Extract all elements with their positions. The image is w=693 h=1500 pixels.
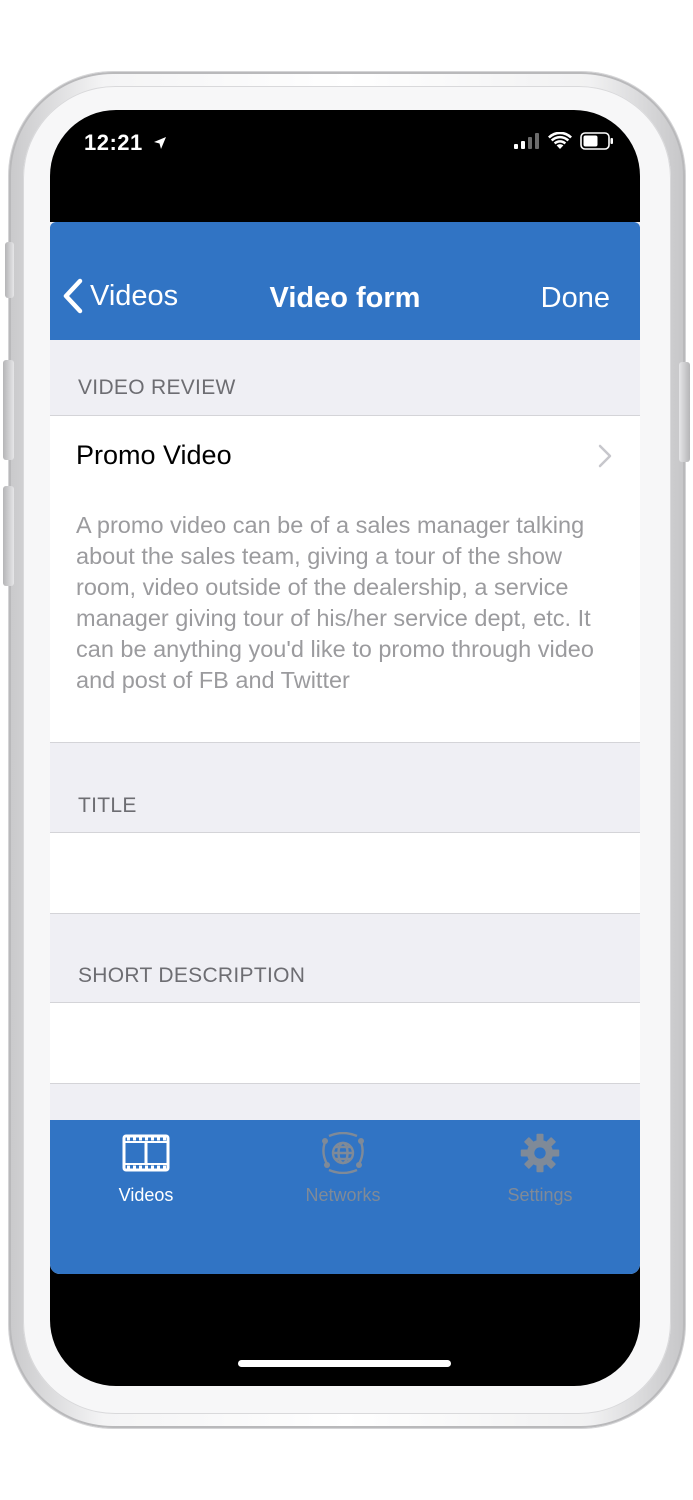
- mute-switch: [5, 242, 14, 298]
- video-type-label: Promo Video: [76, 440, 232, 470]
- title-row: [50, 832, 640, 915]
- battery-icon: [580, 132, 614, 155]
- tab-networks[interactable]: Networks: [263, 1131, 423, 1206]
- notch: [182, 110, 510, 158]
- side-button: [679, 362, 690, 462]
- film-icon: [122, 1134, 170, 1172]
- wifi-icon: [548, 131, 572, 155]
- tab-networks-label: Networks: [305, 1185, 381, 1205]
- title-input[interactable]: [76, 833, 620, 915]
- status-time: 12:21: [84, 130, 167, 156]
- phone-screen: 12:21 Videos Video form Done VIDEO REVIE…: [50, 110, 640, 1386]
- navigation-bar: Videos Video form Done: [50, 222, 640, 340]
- tab-videos[interactable]: Videos: [66, 1132, 226, 1206]
- status-icons: [514, 131, 614, 155]
- section-header-video-review: VIDEO REVIEW: [78, 376, 236, 399]
- volume-down-button: [3, 486, 14, 586]
- tab-settings-label: Settings: [507, 1185, 573, 1205]
- tab-bar: Videos Networks Settings: [50, 1120, 640, 1274]
- tab-settings[interactable]: Settings: [460, 1132, 620, 1206]
- home-indicator[interactable]: [238, 1360, 451, 1367]
- globe-network-icon: [322, 1131, 364, 1175]
- done-button[interactable]: Done: [541, 282, 610, 315]
- status-time-text: 12:21: [84, 130, 143, 155]
- video-type-description: A promo video can be of a sales manager …: [50, 496, 640, 743]
- short-description-input[interactable]: [76, 1003, 620, 1085]
- section-header-title: TITLE: [78, 794, 137, 817]
- video-type-description-text: A promo video can be of a sales manager …: [76, 512, 594, 693]
- cellular-signal-icon: [514, 133, 540, 154]
- short-description-row: [50, 1002, 640, 1085]
- section-header-short-description: SHORT DESCRIPTION: [78, 964, 306, 987]
- gear-icon: [520, 1133, 560, 1173]
- tab-videos-label: Videos: [118, 1185, 174, 1205]
- chevron-right-icon: [598, 444, 612, 468]
- volume-up-button: [3, 360, 14, 460]
- app-view: Videos Video form Done VIDEO REVIEW Prom…: [50, 222, 640, 1274]
- location-arrow-icon: [153, 136, 167, 155]
- video-type-row[interactable]: Promo Video: [50, 415, 640, 497]
